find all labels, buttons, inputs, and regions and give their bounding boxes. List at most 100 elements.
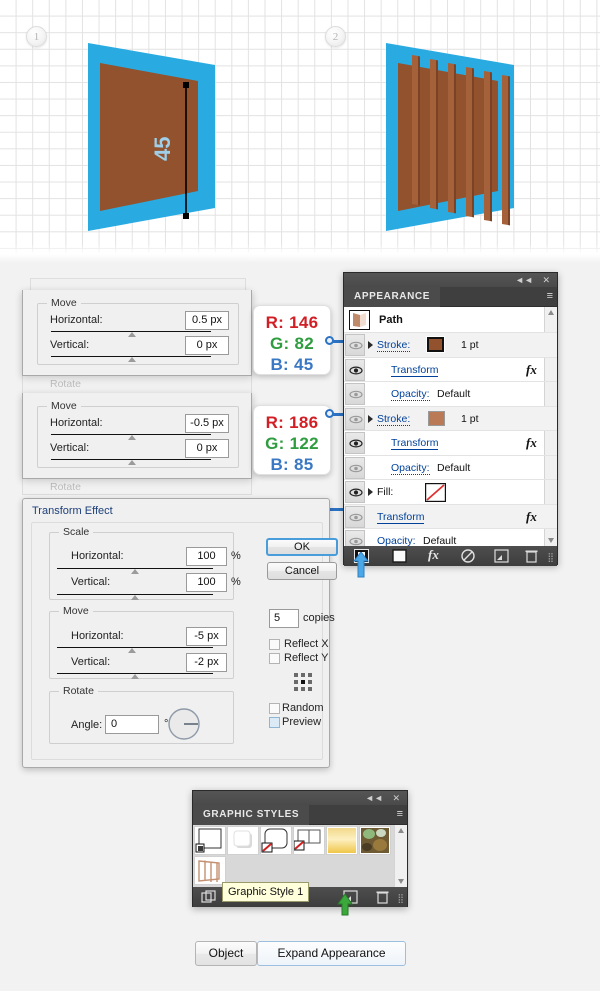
tab-graphic-styles[interactable]: GRAPHIC STYLES [193, 805, 310, 825]
delete-style-icon[interactable] [376, 890, 389, 904]
resize-grip-icon[interactable]: ⣿ [397, 893, 404, 904]
ok-button[interactable]: OK [266, 538, 338, 556]
vertical-slider-thumb-bottom[interactable] [128, 460, 136, 465]
delete-item-icon[interactable] [525, 549, 538, 563]
appearance-panel[interactable]: ◄◄ ✕ APPEARANCE ≡ Path Stroke: 1 pt Tran… [343, 272, 558, 566]
move-horizontal-slider-thumb[interactable] [128, 648, 136, 653]
preview-label[interactable]: Preview [282, 716, 321, 728]
move-vertical-slider-thumb[interactable] [131, 674, 139, 679]
object-menu-button[interactable]: Object [195, 941, 257, 966]
visibility-toggle-stroke-2[interactable] [345, 407, 365, 430]
panel-menu-icon[interactable]: ≡ [547, 290, 553, 303]
appearance-object-row[interactable]: Path [344, 307, 557, 333]
stroke-1-label[interactable]: Stroke: [377, 339, 411, 352]
vertical-slider-thumb-top[interactable] [128, 357, 136, 362]
reflect-x-label[interactable]: Reflect X [284, 638, 329, 650]
reflect-y-checkbox[interactable] [269, 653, 280, 664]
scale-vertical-slider-thumb[interactable] [131, 595, 139, 600]
graphic-style-swatch-rounded-none[interactable] [260, 826, 292, 855]
expand-arrow-stroke-1[interactable] [368, 341, 373, 349]
panel-menu-icon[interactable]: ≡ [397, 808, 403, 821]
collapse-icon[interactable]: ◄◄ [365, 792, 383, 804]
add-new-effect-icon[interactable]: fx [428, 547, 439, 563]
stroke-1-weight[interactable]: 1 pt [461, 339, 479, 351]
vertical-input-bottom[interactable]: 0 px [185, 439, 229, 458]
scroll-up-arrow-icon[interactable] [398, 828, 404, 833]
horizontal-slider-thumb-top[interactable] [128, 332, 136, 337]
graphic-style-swatch-split-none[interactable] [293, 826, 325, 855]
opacity-1-label[interactable]: Opacity: [391, 388, 430, 401]
reflect-x-checkbox[interactable] [269, 639, 280, 650]
visibility-toggle-fill[interactable] [345, 481, 365, 503]
visibility-toggle-transform-1[interactable] [345, 358, 365, 381]
opacity-1-value[interactable]: Default [437, 388, 470, 400]
collapse-icon[interactable]: ◄◄ [515, 274, 533, 286]
visibility-toggle-opacity-1[interactable] [345, 383, 365, 405]
appearance-row-transform-3[interactable]: Transform fx [344, 504, 557, 529]
transform-3-label[interactable]: Transform [377, 511, 425, 524]
visibility-toggle-transform-2[interactable] [345, 432, 365, 454]
stroke-2-weight[interactable]: 1 pt [461, 413, 479, 425]
move-dialog-bottom[interactable]: Move Horizontal: -0.5 px Vertical: 0 px [22, 393, 252, 479]
scale-vertical-input[interactable]: 100 [186, 573, 227, 592]
visibility-toggle-opacity-2[interactable] [345, 456, 365, 479]
fx-icon-transform-2[interactable]: fx [526, 435, 537, 451]
move-dialog-top[interactable]: Move Horizontal: 0.5 px Vertical: 0 px [22, 290, 252, 376]
duplicate-item-icon[interactable] [494, 549, 509, 563]
scale-horizontal-input[interactable]: 100 [186, 547, 227, 566]
appearance-row-stroke-1[interactable]: Stroke: 1 pt [344, 333, 557, 358]
fx-icon-transform-3[interactable]: fx [526, 509, 537, 525]
appearance-row-opacity-2[interactable]: Opacity: Default [344, 456, 557, 480]
fill-none-swatch[interactable] [425, 483, 446, 502]
visibility-toggle-transform-3[interactable] [345, 505, 365, 528]
expand-appearance-button[interactable]: Expand Appearance [257, 941, 406, 966]
copies-input[interactable]: 5 [269, 609, 299, 628]
graphic-styles-scrollbar[interactable] [394, 825, 407, 887]
clear-appearance-icon[interactable] [461, 549, 475, 563]
fx-icon-transform-1[interactable]: fx [526, 362, 537, 378]
graphic-style-swatch-fence[interactable] [194, 856, 226, 885]
transform-2-label[interactable]: Transform [391, 437, 439, 450]
expand-arrow-stroke-2[interactable] [368, 414, 373, 423]
reflect-y-label[interactable]: Reflect Y [284, 652, 328, 664]
fill-label[interactable]: Fill: [377, 486, 393, 498]
stroke-2-label[interactable]: Stroke: [377, 413, 411, 426]
tab-appearance[interactable]: APPEARANCE [344, 287, 441, 307]
vertical-input-top[interactable]: 0 px [185, 336, 229, 355]
horizontal-input-bottom[interactable]: -0.5 px [185, 414, 229, 433]
graphic-style-swatch-drop-shadow[interactable] [227, 826, 259, 855]
graphic-style-swatch-texture[interactable] [359, 826, 391, 855]
horizontal-input-top[interactable]: 0.5 px [185, 311, 229, 330]
scale-horizontal-slider-thumb[interactable] [131, 569, 139, 574]
stroke-1-swatch[interactable] [426, 336, 445, 353]
rotate-angle-dial[interactable] [167, 707, 201, 741]
preview-checkbox[interactable] [269, 717, 280, 728]
scroll-down-arrow-icon[interactable] [398, 879, 404, 884]
resize-grip-icon[interactable]: ⣿ [547, 552, 554, 563]
appearance-panel-topbar[interactable]: ◄◄ ✕ [344, 273, 557, 287]
appearance-row-opacity-1[interactable]: Opacity: Default [344, 382, 557, 407]
appearance-row-transform-2[interactable]: Transform fx [344, 431, 557, 456]
graphic-style-swatch-yellow-gradient[interactable] [326, 826, 358, 855]
transform-effect-dialog[interactable]: Transform Effect Scale Horizontal: 100 %… [22, 498, 338, 768]
break-link-icon[interactable] [201, 890, 217, 904]
stroke-2-swatch[interactable] [428, 410, 445, 426]
close-icon[interactable]: ✕ [392, 792, 400, 804]
expand-arrow-fill[interactable] [368, 488, 373, 496]
move-horizontal-input[interactable]: -5 px [186, 627, 227, 646]
add-new-fill-icon[interactable] [392, 549, 407, 563]
move-vertical-input[interactable]: -2 px [186, 653, 227, 672]
transform-origin-grid-icon[interactable] [293, 672, 313, 692]
rotate-angle-input[interactable]: 0 [105, 715, 159, 734]
opacity-2-label[interactable]: Opacity: [391, 462, 430, 475]
graphic-styles-topbar[interactable]: ◄◄ ✕ [193, 791, 407, 805]
random-label[interactable]: Random [282, 702, 324, 714]
visibility-toggle-stroke-1[interactable] [345, 334, 365, 356]
cancel-button[interactable]: Cancel [267, 562, 337, 580]
graphic-style-swatch-default[interactable] [194, 826, 226, 855]
transform-1-label[interactable]: Transform [391, 364, 439, 377]
opacity-2-value[interactable]: Default [437, 462, 470, 474]
close-icon[interactable]: ✕ [542, 274, 550, 286]
appearance-row-transform-1[interactable]: Transform fx [344, 358, 557, 382]
appearance-row-stroke-2[interactable]: Stroke: 1 pt [344, 406, 557, 431]
